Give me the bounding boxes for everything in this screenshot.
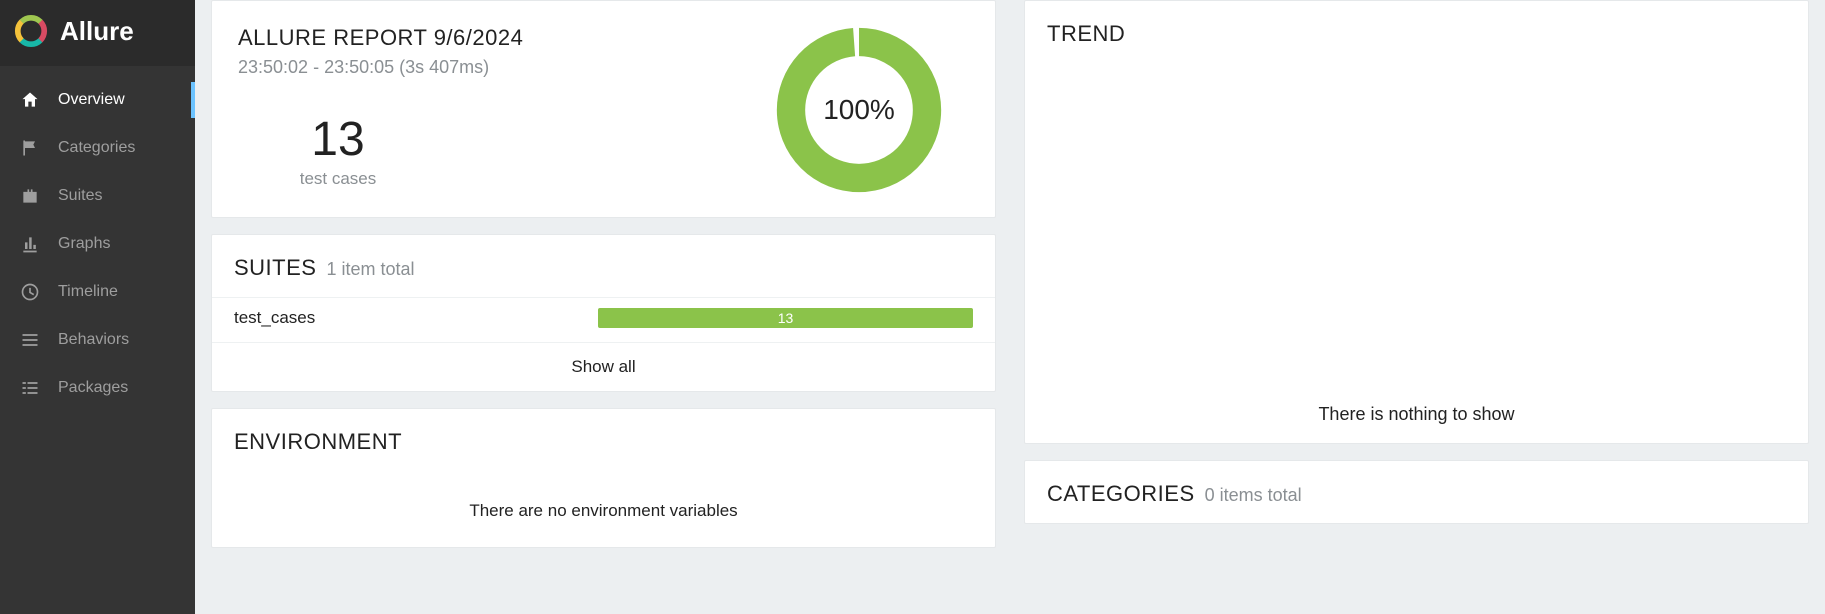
suite-passed-bar: 13 (598, 308, 973, 328)
suites-meta: 1 item total (326, 259, 414, 280)
suite-passed-count: 13 (778, 310, 794, 326)
sidebar-item-label: Overview (58, 91, 125, 109)
suites-title: SUITES (234, 255, 316, 281)
suite-row[interactable]: test_cases 13 (212, 297, 995, 342)
sidebar-item-label: Packages (58, 379, 128, 397)
sidebar: Allure Overview Categories Suites (0, 0, 195, 614)
bar-chart-icon (20, 234, 40, 254)
nav: Overview Categories Suites Graphs (0, 66, 195, 412)
sidebar-item-label: Timeline (58, 283, 118, 301)
sidebar-item-label: Categories (58, 139, 135, 157)
list-icon (20, 330, 40, 350)
suites-show-all[interactable]: Show all (212, 342, 995, 391)
donut-percent-label: 100% (774, 25, 944, 195)
sidebar-item-suites[interactable]: Suites (0, 172, 195, 220)
sidebar-item-categories[interactable]: Categories (0, 124, 195, 172)
suite-name: test_cases (234, 308, 574, 328)
summary-donut: 100% (749, 25, 969, 195)
briefcase-icon (20, 186, 40, 206)
summary-count-label: test cases (238, 169, 438, 189)
main-content: ALLURE REPORT 9/6/2024 23:50:02 - 23:50:… (195, 0, 1825, 614)
trend-title: TREND (1047, 21, 1125, 47)
sidebar-item-overview[interactable]: Overview (0, 76, 195, 124)
sidebar-item-label: Graphs (58, 235, 110, 253)
clock-icon (20, 282, 40, 302)
sidebar-item-graphs[interactable]: Graphs (0, 220, 195, 268)
environment-empty-message: There are no environment variables (234, 481, 973, 521)
summary-card: ALLURE REPORT 9/6/2024 23:50:02 - 23:50:… (211, 0, 996, 218)
summary-count: 13 test cases (238, 112, 438, 189)
summary-subtitle: 23:50:02 - 23:50:05 (3s 407ms) (238, 57, 749, 78)
brand-name: Allure (60, 16, 134, 47)
trend-card: TREND There is nothing to show (1024, 0, 1809, 444)
summary-title: ALLURE REPORT 9/6/2024 (238, 25, 749, 51)
summary-count-value: 13 (238, 112, 438, 167)
trend-empty-message: There is nothing to show (1318, 404, 1514, 425)
categories-meta: 0 items total (1205, 485, 1302, 506)
sidebar-item-packages[interactable]: Packages (0, 364, 195, 412)
flag-icon (20, 138, 40, 158)
brand[interactable]: Allure (0, 0, 195, 66)
home-icon (20, 90, 40, 110)
environment-card: ENVIRONMENT There are no environment var… (211, 408, 996, 548)
suites-card: SUITES 1 item total test_cases 13 Show a… (211, 234, 996, 392)
allure-logo-icon (14, 14, 48, 48)
sidebar-item-behaviors[interactable]: Behaviors (0, 316, 195, 364)
categories-card: CATEGORIES 0 items total (1024, 460, 1809, 524)
tree-list-icon (20, 378, 40, 398)
categories-title: CATEGORIES (1047, 481, 1195, 507)
sidebar-item-label: Behaviors (58, 331, 129, 349)
sidebar-item-label: Suites (58, 187, 102, 205)
sidebar-item-timeline[interactable]: Timeline (0, 268, 195, 316)
environment-title: ENVIRONMENT (234, 429, 402, 455)
